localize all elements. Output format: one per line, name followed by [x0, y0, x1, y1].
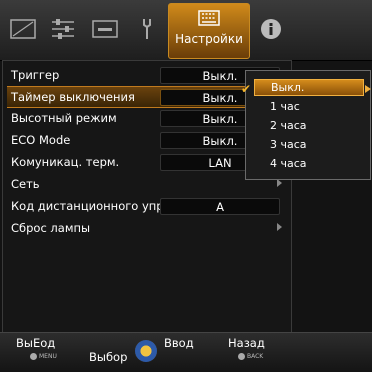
menu-row-label: Комуникац. терм.: [11, 155, 120, 169]
dropdown-option-3h[interactable]: 3 часа: [254, 136, 364, 153]
tab-picture[interactable]: [8, 14, 38, 44]
dropdown-option-label: 2 часа: [270, 119, 307, 132]
menu-key-label: MENU: [39, 353, 57, 360]
back-key-hint: BACK: [238, 353, 263, 360]
tab-settings-label: Настройки: [175, 32, 243, 46]
submenu-arrow-icon: [277, 179, 282, 187]
dropdown-option-1h[interactable]: 1 час: [254, 98, 364, 115]
select-label: Выбор: [89, 350, 128, 364]
menu-row-lamp-reset[interactable]: Сброс лампы: [7, 218, 285, 238]
dropdown-option-label: 4 часа: [270, 157, 307, 170]
tab-settings[interactable]: Настройки: [168, 3, 250, 59]
tab-setup[interactable]: [132, 14, 162, 44]
tab-display[interactable]: [90, 14, 120, 44]
menu-row-label: Сеть: [11, 177, 40, 191]
menu-row-high-altitude[interactable]: Высотный режим Выкл.: [7, 108, 285, 128]
screen-icon: [92, 20, 118, 38]
exit-label[interactable]: ВыЕод: [16, 336, 55, 350]
submenu-arrow-icon: [277, 223, 282, 231]
navigation-pad-icon: [135, 340, 157, 362]
wrench-icon: [143, 19, 151, 39]
menu-row-comm-port[interactable]: Комуникац. терм. LAN: [7, 152, 285, 172]
back-label[interactable]: Назад: [228, 336, 265, 350]
projector-menu-screen: Настройки Триггер Выкл. Таймер выключени…: [0, 0, 372, 372]
tab-info[interactable]: [256, 14, 286, 44]
sliders-icon: [52, 19, 74, 39]
menu-row-label: Код дистанционного упр.: [11, 199, 168, 213]
menu-row-label: Таймер выключения: [11, 90, 135, 104]
off-timer-dropdown: ✔ Выкл. 1 час 2 часа 3 часа 4 часа: [241, 70, 371, 180]
enter-label[interactable]: Ввод: [164, 336, 194, 350]
menu-row-label: Триггер: [11, 68, 60, 82]
settings-grid-icon: [198, 10, 220, 26]
dropdown-option-4h[interactable]: 4 часа: [254, 155, 364, 172]
tab-bar: Настройки: [0, 0, 372, 61]
info-icon: [261, 19, 281, 39]
dropdown-option-label: 1 час: [270, 100, 300, 113]
back-button-icon: [238, 353, 245, 360]
menu-row-label: Высотный режим: [11, 111, 117, 125]
back-key-label: BACK: [247, 353, 264, 360]
tab-adjust[interactable]: [48, 14, 78, 44]
menu-row-network[interactable]: Сеть: [7, 174, 285, 194]
menu-key-hint: MENU: [30, 353, 57, 360]
menu-button-icon: [30, 353, 37, 360]
checkmark-icon: ✔: [241, 82, 252, 96]
menu-row-value[interactable]: A: [160, 198, 280, 215]
dropdown-option-label: 3 часа: [270, 138, 307, 151]
dropdown-option-off[interactable]: ✔ Выкл.: [241, 79, 371, 96]
dropdown-option-label: Выкл.: [271, 81, 305, 94]
menu-row-label: ECO Mode: [11, 133, 71, 147]
dropdown-option-2h[interactable]: 2 часа: [254, 117, 364, 134]
menu-row-label: Сброс лампы: [11, 221, 91, 235]
menu-row-eco-mode[interactable]: ECO Mode Выкл.: [7, 130, 285, 150]
menu-row-remote-code[interactable]: Код дистанционного упр. A: [7, 196, 285, 216]
picture-icon: [10, 19, 36, 39]
selection-arrow-icon: [365, 85, 371, 93]
